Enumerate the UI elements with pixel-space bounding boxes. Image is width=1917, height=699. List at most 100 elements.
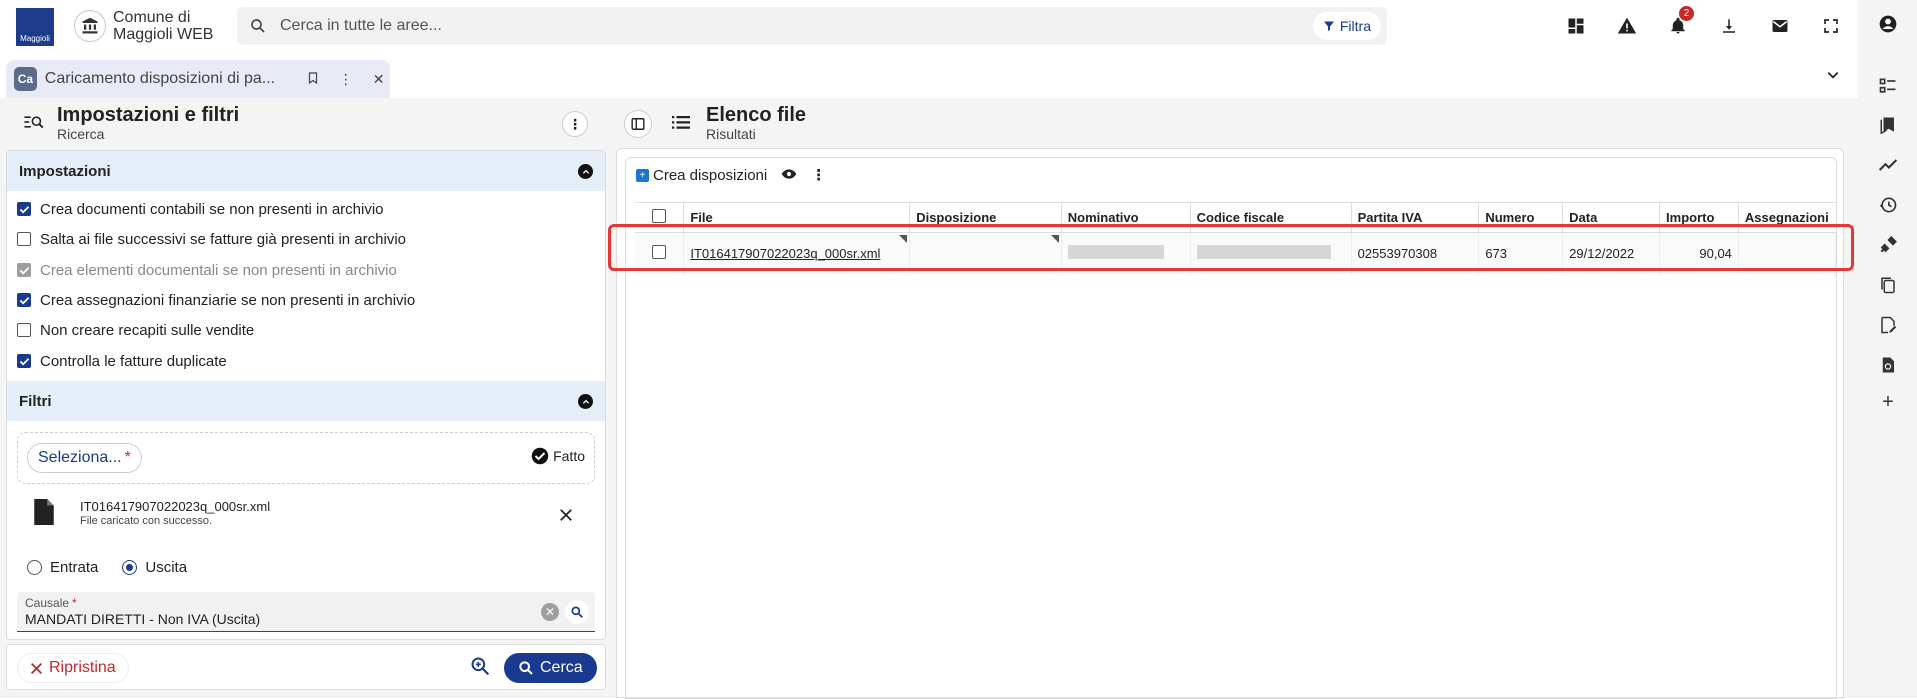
add-icon[interactable]: + xyxy=(1876,390,1900,414)
eye-icon[interactable] xyxy=(781,167,797,184)
trending-icon[interactable] xyxy=(1876,153,1900,177)
left-panel-title: Impostazioni e filtri xyxy=(57,104,240,126)
org-name-line2: Maggioli WEB xyxy=(113,26,214,43)
warning-icon[interactable] xyxy=(1613,12,1641,40)
row-highlight-annotation xyxy=(608,224,1854,271)
mail-icon[interactable] xyxy=(1766,12,1794,40)
check-circle-icon xyxy=(531,447,549,465)
option-salta-file-successivi[interactable]: Salta ai file successivi se fatture già … xyxy=(17,228,406,250)
select-file-button[interactable]: Seleziona... * xyxy=(27,443,142,473)
history-icon[interactable] xyxy=(1876,193,1900,217)
option-non-creare-recapiti[interactable]: Non creare recapiti sulle vendite xyxy=(17,319,254,341)
option-controlla-fatture-duplicate[interactable]: Controlla le fatture duplicate xyxy=(17,350,227,372)
required-mark: * xyxy=(124,449,131,466)
close-tab-icon[interactable]: ✕ xyxy=(367,71,390,88)
filter-icon xyxy=(1323,21,1334,31)
required-mark: * xyxy=(72,596,77,610)
tab-more-icon[interactable]: ⋮ xyxy=(334,71,357,88)
plug-icon[interactable] xyxy=(1876,233,1900,257)
account-icon[interactable] xyxy=(1876,12,1900,36)
chevron-up-icon[interactable] xyxy=(578,394,593,409)
option-crea-documenti-contabili[interactable]: Crea documenti contabili se non presenti… xyxy=(17,198,384,220)
zoom-in-icon[interactable] xyxy=(470,656,490,681)
checkbox-checked[interactable] xyxy=(17,202,31,216)
logo-text: Maggioli xyxy=(20,34,50,43)
checkbox-unchecked[interactable] xyxy=(17,232,31,246)
clear-icon[interactable]: ✕ xyxy=(541,603,559,621)
right-panel-subtitle: Risultati xyxy=(706,126,756,142)
tab-label: Caricamento disposizioni di pa... xyxy=(44,70,276,87)
file-icon xyxy=(33,499,55,530)
right-panel-title: Elenco file xyxy=(706,104,807,126)
radio-entrata[interactable] xyxy=(27,560,42,575)
search-icon xyxy=(249,17,267,40)
done-button[interactable]: Fatto xyxy=(531,447,585,465)
radio-entrata-label: Entrata xyxy=(50,559,99,576)
bookmarks-icon[interactable] xyxy=(1876,113,1900,137)
create-dispositions-button[interactable]: + Crea disposizioni xyxy=(636,167,767,184)
search-placeholder: Cerca in tutte le aree... xyxy=(280,17,442,34)
results-toolbar: + Crea disposizioni ⋮ xyxy=(636,166,826,184)
right-rail: + xyxy=(1858,0,1917,698)
reset-button[interactable]: Ripristina xyxy=(17,653,129,683)
checkbox-checked[interactable] xyxy=(17,293,31,307)
chevron-up-icon[interactable] xyxy=(578,164,593,179)
option-crea-assegnazioni-finanziarie[interactable]: Crea assegnazioni finanziarie se non pre… xyxy=(17,289,415,311)
settings-filters-card: Impostazioni Crea documenti contabili se… xyxy=(6,150,606,640)
reset-label: Ripristina xyxy=(49,659,116,676)
filtri-section-header[interactable]: Filtri xyxy=(7,381,605,421)
radio-uscita[interactable] xyxy=(122,560,138,575)
filter-label: Filtra xyxy=(1339,18,1371,34)
select-all-checkbox[interactable] xyxy=(652,209,667,223)
left-panel-subtitle: Ricerca xyxy=(57,126,105,142)
impostazioni-title: Impostazioni xyxy=(19,162,111,180)
option-label: Non creare recapiti sulle vendite xyxy=(40,321,255,339)
more-vert-icon[interactable]: ⋮ xyxy=(811,166,826,184)
sidebar-icon xyxy=(631,118,645,130)
search-icon xyxy=(519,661,533,675)
more-vert-icon: ⋮ xyxy=(568,115,582,132)
remove-file-icon[interactable] xyxy=(559,508,573,527)
left-panel-footer: Ripristina Cerca xyxy=(6,644,606,690)
checklist-icon[interactable] xyxy=(1876,74,1900,98)
org-name: Comune di Maggioli WEB xyxy=(113,9,213,43)
copy-icon[interactable] xyxy=(1876,273,1900,297)
select-file-label: Seleziona... xyxy=(38,449,122,466)
checkbox-checked[interactable] xyxy=(17,354,31,368)
radio-uscita-label: Uscita xyxy=(145,559,188,576)
checkbox-checked-disabled xyxy=(17,263,31,277)
dashboard-icon[interactable] xyxy=(1562,12,1590,40)
close-icon xyxy=(30,662,43,674)
create-dispositions-label: Crea disposizioni xyxy=(653,166,768,184)
impostazioni-section-header[interactable]: Impostazioni xyxy=(7,151,605,191)
document-sync-icon[interactable] xyxy=(1876,353,1900,377)
option-label: Crea assegnazioni finanziarie se non pre… xyxy=(40,291,416,309)
causale-field[interactable]: Causale * MANDATI DIRETTI - Non IVA (Usci… xyxy=(17,592,595,632)
notifications-bell-icon[interactable]: 2 xyxy=(1664,6,1694,40)
list-icon xyxy=(672,114,690,135)
fullscreen-icon[interactable] xyxy=(1817,12,1845,40)
global-search-input[interactable]: Cerca in tutte le aree... Filtra xyxy=(237,7,1387,45)
option-label: Crea documenti contabili se non presenti… xyxy=(40,200,384,218)
option-label: Controlla le fatture duplicate xyxy=(40,352,227,370)
checkbox-unchecked[interactable] xyxy=(17,323,31,337)
tab-strip: Ca Caricamento disposizioni di pa... ⋮ ✕ xyxy=(0,52,1858,98)
building-icon[interactable] xyxy=(74,10,106,42)
tab-caricamento-disposizioni[interactable]: Ca Caricamento disposizioni di pa... ⋮ ✕ xyxy=(6,60,390,98)
edit-document-icon[interactable] xyxy=(1876,313,1900,337)
option-label: Crea elementi documentali se non present… xyxy=(40,261,397,279)
chevron-down-icon[interactable] xyxy=(1826,68,1840,87)
file-drop-zone[interactable]: Seleziona... * Fatto xyxy=(17,432,595,484)
search-icon[interactable] xyxy=(565,600,589,624)
search-button[interactable]: Cerca xyxy=(504,653,597,683)
bookmark-icon[interactable] xyxy=(302,71,325,88)
uploaded-file-item: IT016417907022023q_000sr.xml File carica… xyxy=(17,496,595,546)
app-logo[interactable]: Maggioli xyxy=(16,8,54,46)
search-settings-icon xyxy=(24,114,44,135)
download-icon[interactable] xyxy=(1715,12,1743,40)
filter-button[interactable]: Filtra xyxy=(1312,12,1381,40)
done-label: Fatto xyxy=(553,448,585,464)
direction-radio-group: Entrata Uscita xyxy=(27,559,187,576)
toggle-sidebar-button[interactable] xyxy=(624,110,652,138)
left-panel-more-button[interactable]: ⋮ xyxy=(562,111,588,137)
